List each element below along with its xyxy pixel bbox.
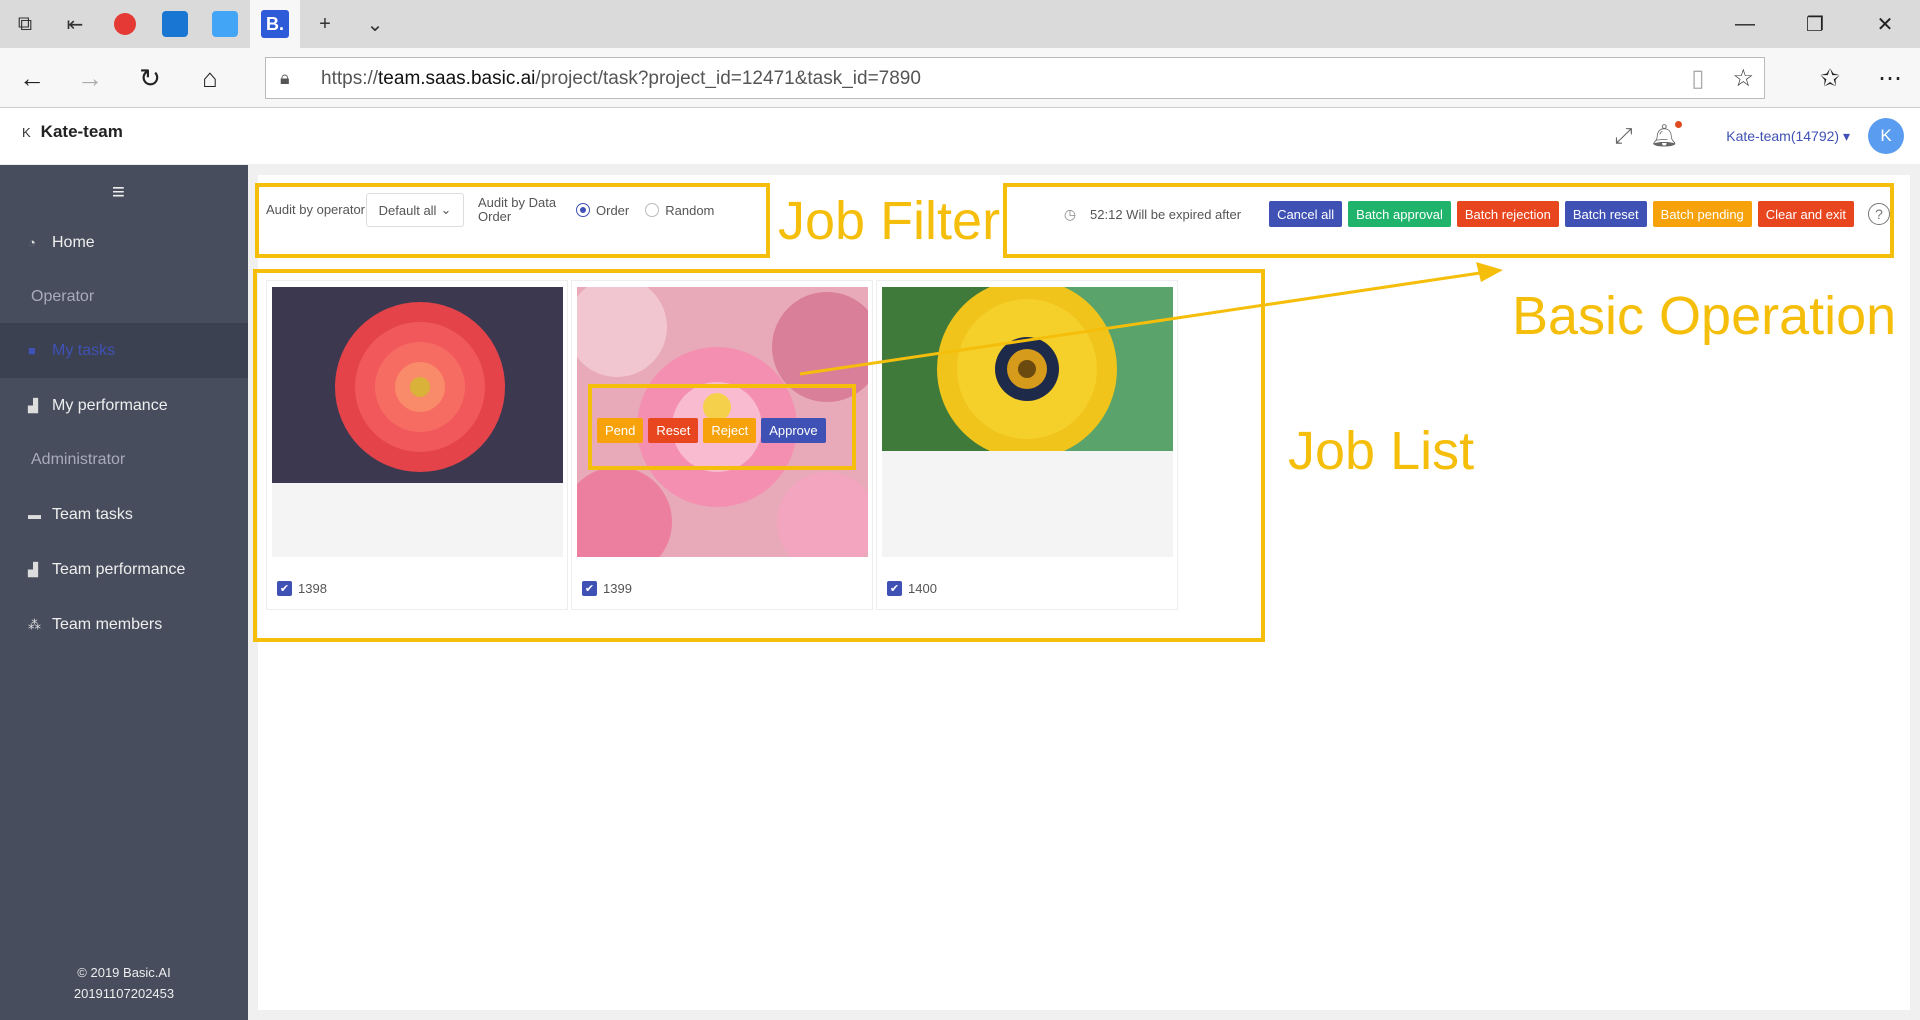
annotation-arrow bbox=[799, 262, 1503, 376]
arrow-head bbox=[1476, 262, 1503, 282]
arrow-line bbox=[799, 271, 1481, 376]
